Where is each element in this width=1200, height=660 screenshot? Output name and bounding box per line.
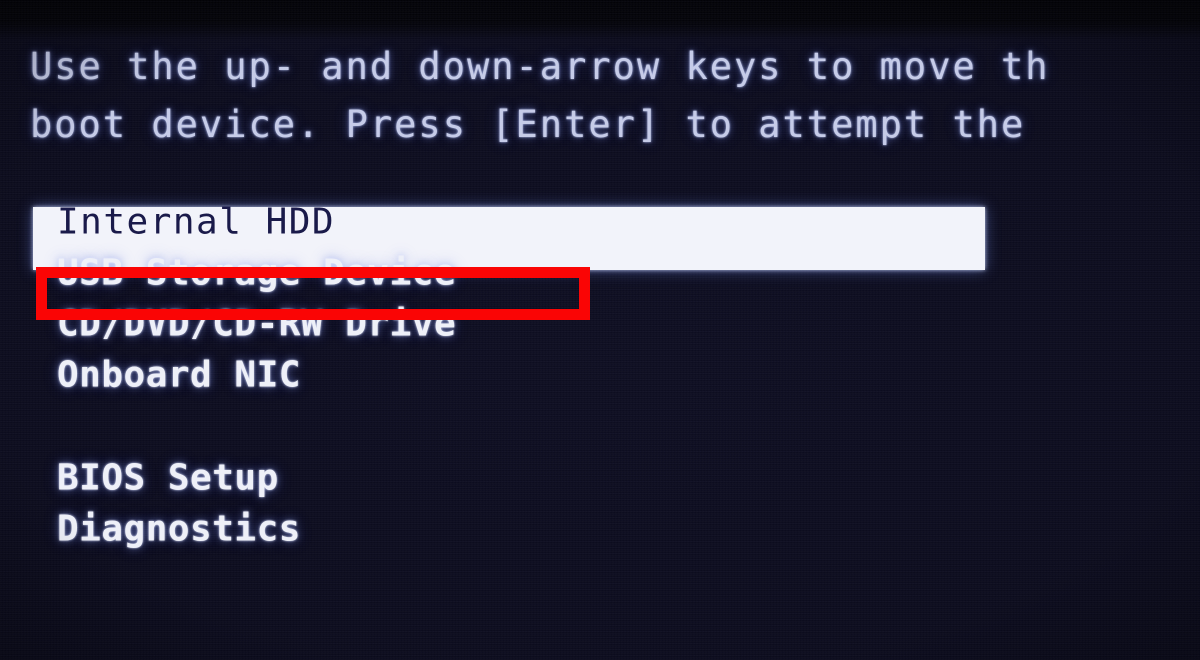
boot-device-item-cd-dvd-drive[interactable]: CD/DVD/CD-RW Drive xyxy=(0,298,1200,349)
instruction-text: Use the up- and down-arrow keys to move … xyxy=(30,38,1200,154)
boot-device-label: Internal HDD xyxy=(57,201,336,242)
boot-device-label: CD/DVD/CD-RW Drive xyxy=(57,303,457,344)
bios-boot-menu-screen: Use the up- and down-arrow keys to move … xyxy=(0,0,1200,660)
menu-option-bios-setup[interactable]: BIOS Setup xyxy=(0,452,1200,503)
menu-option-diagnostics[interactable]: Diagnostics xyxy=(0,503,1200,554)
menu-option-label: BIOS Setup xyxy=(57,457,279,498)
menu-option-label: Diagnostics xyxy=(57,508,301,549)
boot-device-item-usb-storage-device[interactable]: USB Storage Device xyxy=(0,247,1200,298)
boot-device-label: USB Storage Device xyxy=(57,252,457,293)
menu-group-separator xyxy=(0,400,1200,452)
boot-device-item-onboard-nic[interactable]: Onboard NIC xyxy=(0,349,1200,400)
instruction-line-1: Use the up- and down-arrow keys to move … xyxy=(30,45,1050,88)
photo-top-band xyxy=(0,0,1200,40)
boot-device-item-internal-hdd[interactable]: Internal HDD xyxy=(0,196,1200,270)
boot-device-label: Onboard NIC xyxy=(57,354,301,395)
instruction-line-2: boot device. Press [Enter] to attempt th… xyxy=(30,103,1026,146)
boot-device-list: Internal HDD USB Storage Device CD/DVD/C… xyxy=(0,196,1200,554)
